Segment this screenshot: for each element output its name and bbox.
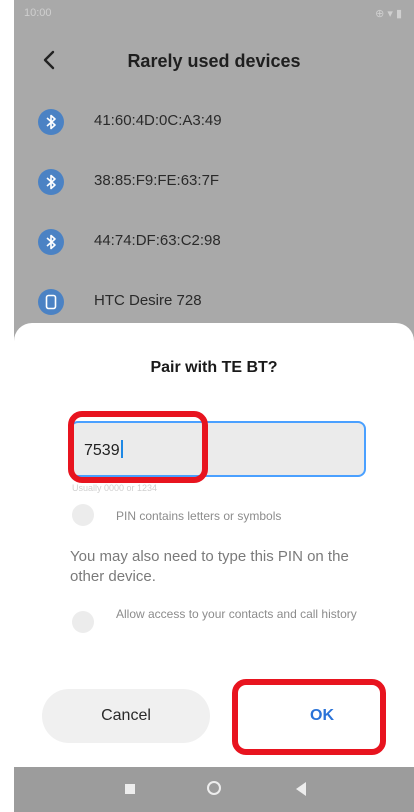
contacts-label: Allow access to your contacts and call h… — [116, 607, 357, 621]
device-name: 44:74:DF:63:C2:98 — [94, 232, 221, 249]
bluetooth-icon — [38, 109, 64, 135]
pin-note: You may also need to type this PIN on th… — [70, 548, 349, 585]
navigation-bar — [14, 767, 414, 812]
device-name: 41:60:4D:0C:A3:49 — [94, 112, 222, 129]
cancel-button[interactable]: Cancel — [42, 689, 210, 743]
pin-highlight-box — [68, 411, 208, 483]
header: Rarely used devices — [14, 40, 414, 84]
back-icon[interactable] — [296, 782, 306, 796]
pin-hint: Usually 0000 or 1234 — [72, 483, 158, 493]
phone-screen: 10:00 ⊕ ▾ ▮ Rarely used devices 41:60:4D… — [14, 0, 414, 812]
status-icons: ⊕ ▾ ▮ — [375, 8, 402, 20]
home-icon[interactable] — [207, 781, 221, 795]
status-time: 10:00 — [24, 7, 52, 19]
device-item[interactable]: HTC Desire 728 — [14, 273, 414, 329]
bluetooth-icon — [38, 229, 64, 255]
status-bar: 10:00 ⊕ ▾ ▮ — [14, 0, 414, 28]
device-item[interactable]: 44:74:DF:63:C2:98 — [14, 213, 414, 269]
device-item[interactable]: 41:60:4D:0C:A3:49 — [14, 93, 414, 149]
device-name: HTC Desire 728 — [94, 292, 202, 309]
page-title: Rarely used devices — [127, 51, 301, 71]
pin-letters-checkbox[interactable] — [72, 504, 94, 526]
device-name: 38:85:F9:FE:63:7F — [94, 172, 220, 189]
bluetooth-icon — [38, 169, 64, 195]
phone-icon — [38, 289, 64, 315]
pair-dialog: Pair with TE BT? 7539 Usually 0000 or 12… — [14, 323, 414, 767]
contacts-checkbox[interactable] — [72, 611, 94, 633]
pin-letters-label: PIN contains letters or symbols — [116, 509, 282, 523]
recents-icon[interactable] — [125, 784, 135, 794]
dialog-title: Pair with TE BT? — [150, 359, 278, 376]
ok-highlight-box — [232, 679, 386, 755]
device-item[interactable]: 38:85:F9:FE:63:7F — [14, 153, 414, 209]
